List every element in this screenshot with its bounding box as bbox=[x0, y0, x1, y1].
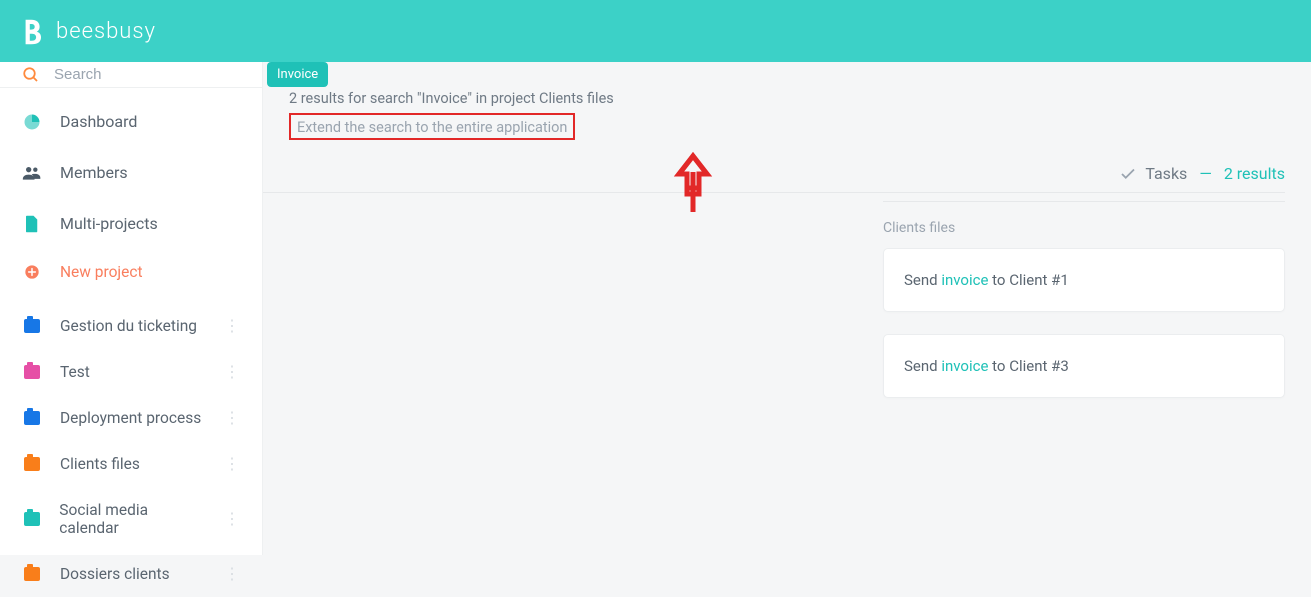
results-count: 2 results bbox=[1224, 164, 1285, 183]
result-card[interactable]: Send invoice to Client #3 bbox=[883, 334, 1285, 398]
sidebar-item-label: Deployment process bbox=[60, 409, 201, 427]
brand-name: beesbusy bbox=[56, 19, 156, 44]
sidebar-item-label: Members bbox=[60, 163, 128, 182]
sidebar-project-item[interactable]: Social media calendar ⋮ bbox=[0, 487, 262, 551]
briefcase-icon bbox=[22, 411, 42, 425]
sidebar-item-label: Social media calendar bbox=[59, 501, 206, 537]
annotation-arrow-icon bbox=[673, 152, 713, 216]
kebab-icon[interactable]: ⋮ bbox=[224, 456, 240, 472]
nav-projects: Gestion du ticketing⋮Test⋮Deployment pro… bbox=[0, 295, 262, 597]
tasks-header: Tasks — 2 results bbox=[883, 164, 1285, 202]
sidebar-item-multiprojects[interactable]: Multi-projects bbox=[0, 198, 262, 249]
sidebar-item-label: Multi-projects bbox=[60, 214, 158, 233]
brand-logo-icon bbox=[20, 17, 48, 45]
pie-icon bbox=[22, 113, 42, 131]
kebab-icon[interactable]: ⋮ bbox=[224, 318, 240, 334]
plus-icon bbox=[22, 264, 42, 280]
result-card[interactable]: Send invoice to Client #1 bbox=[883, 248, 1285, 312]
kebab-icon[interactable]: ⋮ bbox=[224, 566, 240, 582]
extend-search-link[interactable]: Extend the search to the entire applicat… bbox=[297, 119, 567, 136]
sidebar-item-label: Gestion du ticketing bbox=[60, 317, 197, 335]
sidebar-project-item[interactable]: Deployment process ⋮ bbox=[0, 395, 262, 441]
check-icon bbox=[1119, 165, 1137, 183]
tasks-label: Tasks bbox=[1119, 164, 1187, 183]
file-icon bbox=[22, 215, 42, 233]
kebab-icon[interactable]: ⋮ bbox=[224, 364, 240, 380]
sidebar-item-label: Dashboard bbox=[60, 112, 137, 131]
briefcase-icon bbox=[22, 512, 41, 526]
sidebar-project-item[interactable]: Dossiers clients ⋮ bbox=[0, 551, 262, 597]
briefcase-icon bbox=[22, 365, 42, 379]
top-banner: beesbusy bbox=[0, 0, 1311, 62]
results-panel: Tasks — 2 results Clients files Send inv… bbox=[883, 164, 1285, 420]
briefcase-icon bbox=[22, 319, 42, 333]
briefcase-icon bbox=[22, 457, 42, 471]
sidebar-item-dashboard[interactable]: Dashboard bbox=[0, 96, 262, 147]
main: 2 results for search "Invoice" in projec… bbox=[263, 62, 1311, 555]
divider: — bbox=[1199, 164, 1212, 183]
extend-highlight-box: Extend the search to the entire applicat… bbox=[289, 113, 575, 140]
people-icon bbox=[22, 165, 42, 181]
sidebar-project-item[interactable]: Clients files ⋮ bbox=[0, 441, 262, 487]
sidebar: Invoice Dashboard Members Multi-projects bbox=[0, 62, 263, 555]
search-icon[interactable] bbox=[22, 66, 40, 84]
sidebar-item-label: Test bbox=[60, 363, 90, 381]
sidebar-project-item[interactable]: Gestion du ticketing ⋮ bbox=[0, 303, 262, 349]
nav-primary: Dashboard Members Multi-projects New pro… bbox=[0, 88, 262, 295]
match-highlight: invoice bbox=[941, 271, 988, 289]
sidebar-project-item[interactable]: Test ⋮ bbox=[0, 349, 262, 395]
briefcase-icon bbox=[22, 567, 42, 581]
kebab-icon[interactable]: ⋮ bbox=[224, 511, 240, 527]
sidebar-item-members[interactable]: Members bbox=[0, 147, 262, 198]
brand: beesbusy bbox=[20, 17, 156, 45]
sidebar-item-label: Dossiers clients bbox=[60, 565, 170, 583]
results-summary: 2 results for search "Invoice" in projec… bbox=[289, 90, 1285, 107]
sidebar-item-new-project[interactable]: New project bbox=[0, 249, 262, 295]
search-row: Invoice bbox=[0, 62, 262, 88]
match-highlight: invoice bbox=[941, 357, 988, 375]
results-group-title: Clients files bbox=[883, 220, 1285, 236]
results-list: Send invoice to Client #1 Send invoice to… bbox=[883, 248, 1285, 398]
sidebar-item-label: New project bbox=[60, 263, 143, 281]
search-input[interactable] bbox=[54, 66, 253, 83]
kebab-icon[interactable]: ⋮ bbox=[224, 410, 240, 426]
sidebar-item-label: Clients files bbox=[60, 455, 140, 473]
